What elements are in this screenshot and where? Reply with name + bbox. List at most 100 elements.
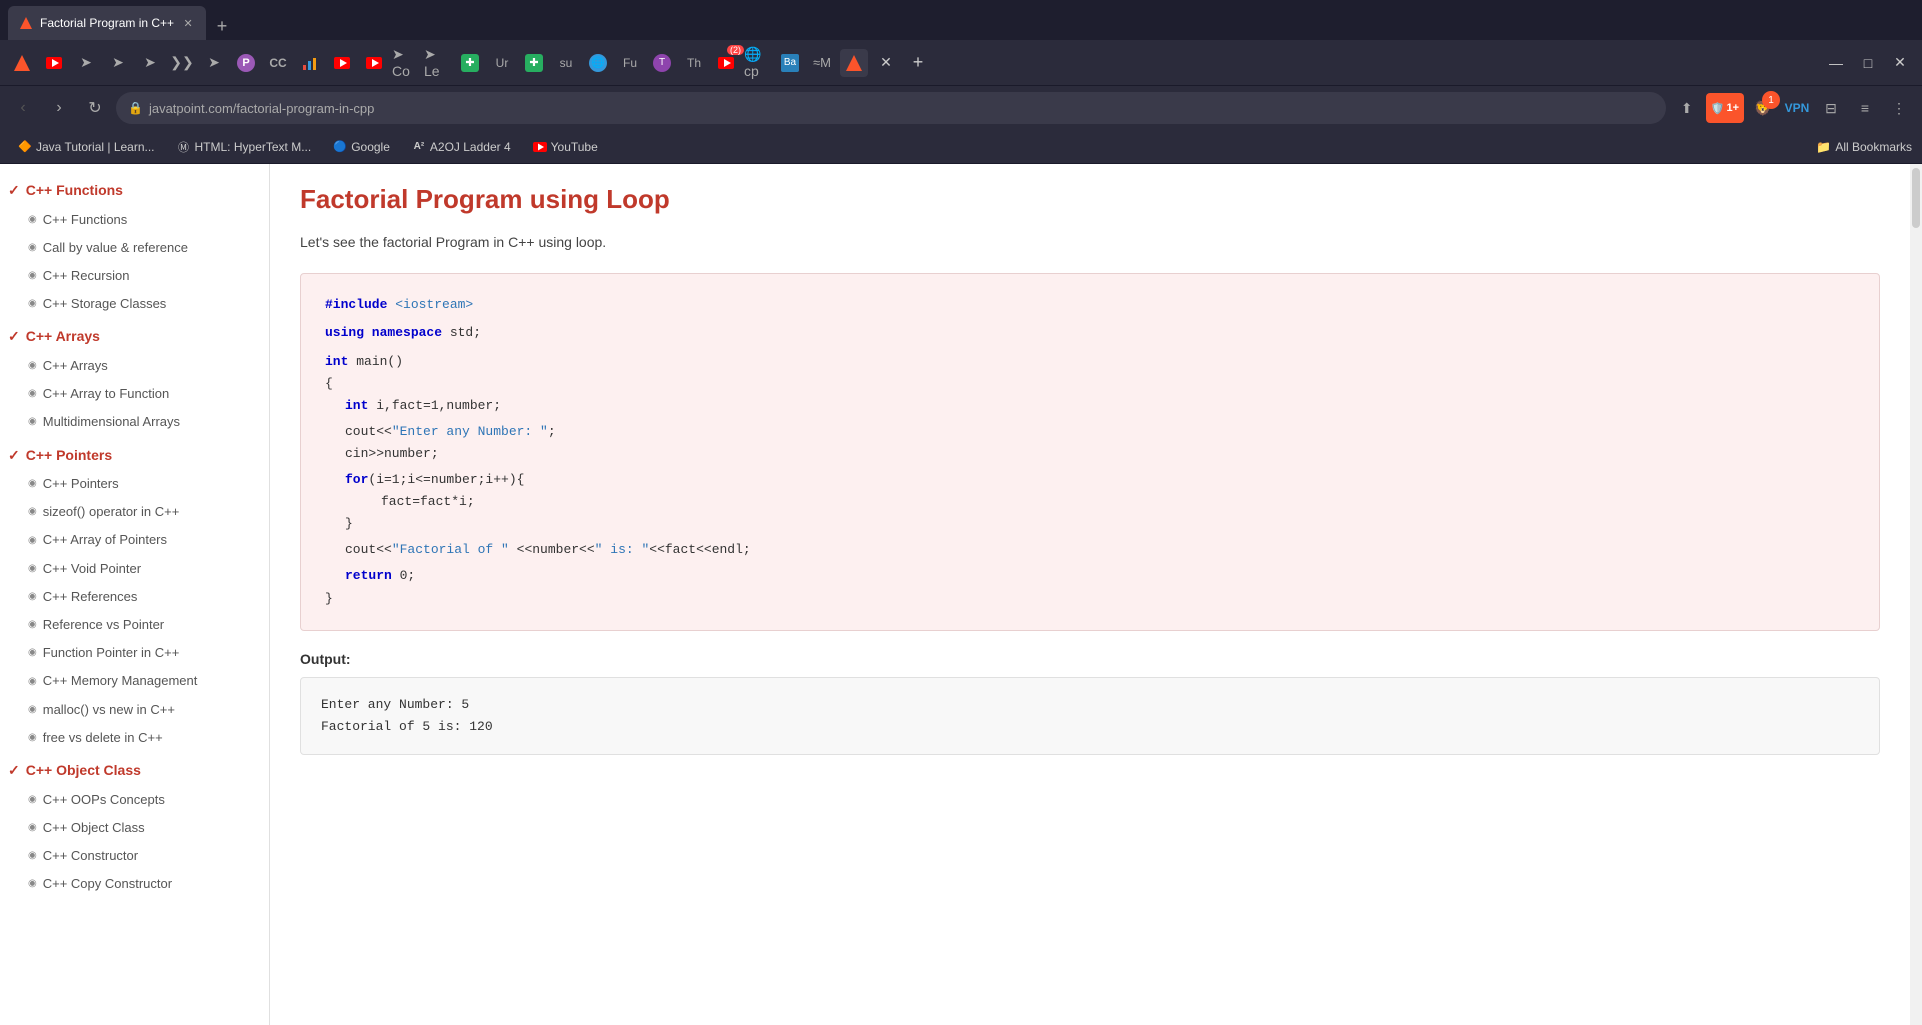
bullet-icon-15: ◉ [28, 675, 37, 689]
toolbar-globe-cp-icon[interactable]: 🌐 cp [744, 49, 772, 77]
sidebar-item-cpp-functions-category[interactable]: ✓ C++ Functions [0, 176, 269, 206]
close-window-button[interactable]: ✕ [1886, 49, 1914, 77]
bullet-icon-19: ◉ [28, 821, 37, 835]
sidebar-item-recursion[interactable]: ◉ C++ Recursion [0, 262, 269, 290]
brave-active-icon[interactable] [840, 49, 868, 77]
toolbar-th-label[interactable]: Th [680, 49, 708, 77]
brave-menu-icon[interactable] [8, 49, 36, 77]
youtube-icon-3[interactable] [360, 49, 388, 77]
sidebar-label-functions: C++ Functions [43, 211, 128, 229]
maximize-button[interactable]: □ [1854, 49, 1882, 77]
bookmark-google[interactable]: 🔵 Google [325, 137, 398, 157]
sidebar-item-storage[interactable]: ◉ C++ Storage Classes [0, 290, 269, 318]
sidebar-item-free-vs-delete[interactable]: ◉ free vs delete in C++ [0, 724, 269, 752]
sidebar-item-array-pointers[interactable]: ◉ C++ Array of Pointers [0, 526, 269, 554]
all-bookmarks[interactable]: 📁 All Bookmarks [1816, 140, 1912, 154]
sidebar-item-oops[interactable]: ◉ C++ OOPs Concepts [0, 786, 269, 814]
toolbar-arrow-1[interactable]: ➤ [72, 49, 100, 77]
sidebar-item-arrays[interactable]: ◉ C++ Arrays [0, 352, 269, 380]
sidebar-item-arrays-category[interactable]: ✓ C++ Arrays [0, 322, 269, 352]
youtube-icon-1[interactable] [40, 49, 68, 77]
scrollbar-thumb [1912, 168, 1920, 228]
sidebar-toggle-button[interactable]: ≡ [1850, 93, 1880, 123]
sidebar-item-constructor[interactable]: ◉ C++ Constructor [0, 842, 269, 870]
all-bookmarks-label: All Bookmarks [1835, 140, 1912, 154]
bookmark-label-youtube: YouTube [551, 140, 598, 154]
sidebar: ✓ C++ Functions ◉ C++ Functions ◉ Call b… [0, 164, 270, 1025]
bookmark-a2oj[interactable]: A² A2OJ Ladder 4 [404, 137, 519, 157]
toolbar-m-icon[interactable]: ≈M [808, 49, 836, 77]
toolbar-ba-icon[interactable]: Ba [776, 49, 804, 77]
sidebar-item-memory-mgmt[interactable]: ◉ C++ Memory Management [0, 667, 269, 695]
bullet-icon-21: ◉ [28, 877, 37, 891]
close-tab-icon[interactable]: ✕ [872, 49, 900, 77]
toolbar-arrow-3[interactable]: ➤ [136, 49, 164, 77]
new-tab-plus-icon[interactable]: + [904, 49, 932, 77]
minimize-button[interactable]: — [1822, 49, 1850, 77]
toolbar-su-label[interactable]: su [552, 49, 580, 77]
url-display: javatpoint.com/factorial-program-in-cpp [149, 101, 374, 116]
toolbar-arrow-4[interactable]: ❯❯ [168, 49, 196, 77]
sidebar-label-storage: C++ Storage Classes [43, 295, 167, 313]
bookmark-favicon-java: 🔶 [18, 140, 32, 154]
tab-title: Factorial Program in C++ [40, 16, 174, 30]
toolbar-arrow-2[interactable]: ➤ [104, 49, 132, 77]
bullet-icon-4: ◉ [28, 297, 37, 311]
address-bar[interactable]: 🔒 javatpoint.com/factorial-program-in-cp… [116, 92, 1666, 124]
back-button[interactable]: ‹ [8, 93, 38, 123]
sidebar-item-malloc-vs-new[interactable]: ◉ malloc() vs new in C++ [0, 696, 269, 724]
toolbar-green-icon[interactable]: ✚ [456, 49, 484, 77]
toolbar-arrow-7[interactable]: ➤ Le [424, 49, 452, 77]
toolbar-cc-icon[interactable]: CC [264, 49, 292, 77]
toolbar-purple-circle-icon[interactable]: T [648, 49, 676, 77]
sidebar-label-pointers: C++ Pointers [43, 475, 119, 493]
toolbar-ur-label[interactable]: Ur [488, 49, 516, 77]
sidebar-item-call-by-value[interactable]: ◉ Call by value & reference [0, 234, 269, 262]
reload-button[interactable]: ↻ [80, 93, 110, 123]
sidebar-item-references[interactable]: ◉ C++ References [0, 583, 269, 611]
toolbar-chart-icon[interactable] [296, 49, 324, 77]
sidebar-item-pointers[interactable]: ◉ C++ Pointers [0, 470, 269, 498]
forward-button[interactable]: › [44, 93, 74, 123]
sidebar-item-object-class-category[interactable]: ✓ C++ Object Class [0, 756, 269, 786]
sidebar-label-copy-constructor: C++ Copy Constructor [43, 875, 172, 893]
bookmark-html[interactable]: Ⓜ HTML: HyperText M... [169, 137, 320, 157]
toolbar-globe-icon[interactable]: 🌐 [584, 49, 612, 77]
toolbar-arrow-5[interactable]: ➤ [200, 49, 228, 77]
brave-shield[interactable]: 🛡️ 1+ [1706, 93, 1744, 123]
sidebar-item-copy-constructor[interactable]: ◉ C++ Copy Constructor [0, 870, 269, 898]
tab-close-button[interactable]: ✕ [180, 15, 196, 31]
sidebar-item-object-class[interactable]: ◉ C++ Object Class [0, 814, 269, 842]
bookmark-youtube[interactable]: YouTube [525, 137, 606, 157]
tab-bar: Factorial Program in C++ ✕ + [0, 0, 1922, 40]
bookmark-favicon-html: Ⓜ [177, 140, 191, 154]
sidebar-item-func-pointer[interactable]: ◉ Function Pointer in C++ [0, 639, 269, 667]
folder-icon: 📁 [1816, 140, 1831, 154]
menu-button[interactable]: ⋮ [1884, 93, 1914, 123]
main-area: ✓ C++ Functions ◉ C++ Functions ◉ Call b… [0, 164, 1922, 1025]
toolbar-purple-icon[interactable]: P [232, 49, 260, 77]
sidebar-item-array-to-func[interactable]: ◉ C++ Array to Function [0, 380, 269, 408]
sidebar-item-ref-vs-pointer[interactable]: ◉ Reference vs Pointer [0, 611, 269, 639]
sidebar-item-multidim[interactable]: ◉ Multidimensional Arrays [0, 408, 269, 436]
page-title: Factorial Program using Loop [300, 184, 1880, 215]
code-line-13: } [325, 588, 1855, 610]
toolbar-fu-label[interactable]: Fu [616, 49, 644, 77]
sidebar-item-functions[interactable]: ◉ C++ Functions [0, 206, 269, 234]
sidebar-item-void-pointer[interactable]: ◉ C++ Void Pointer [0, 555, 269, 583]
check-icon-object: ✓ [8, 761, 20, 781]
sidebar-item-pointers-category[interactable]: ✓ C++ Pointers [0, 441, 269, 471]
scrollbar-right[interactable] [1910, 164, 1922, 1025]
toolbar-arrow-6[interactable]: ➤ Co [392, 49, 420, 77]
sidebar-item-sizeof[interactable]: ◉ sizeof() operator in C++ [0, 498, 269, 526]
active-tab[interactable]: Factorial Program in C++ ✕ [8, 6, 206, 40]
bookmark-button[interactable]: ⊟ [1816, 93, 1846, 123]
toolbar-green-icon-2[interactable]: ✚ [520, 49, 548, 77]
bookmark-java[interactable]: 🔶 Java Tutorial | Learn... [10, 137, 163, 157]
url-domain: javatpoint.com [149, 101, 233, 116]
youtube-icon-2[interactable] [328, 49, 356, 77]
youtube-icon-badge[interactable]: (2) [712, 49, 740, 77]
vpn-button[interactable]: VPN [1782, 93, 1812, 123]
new-tab-button[interactable]: + [208, 12, 236, 40]
share-button[interactable]: ⬆ [1672, 93, 1702, 123]
